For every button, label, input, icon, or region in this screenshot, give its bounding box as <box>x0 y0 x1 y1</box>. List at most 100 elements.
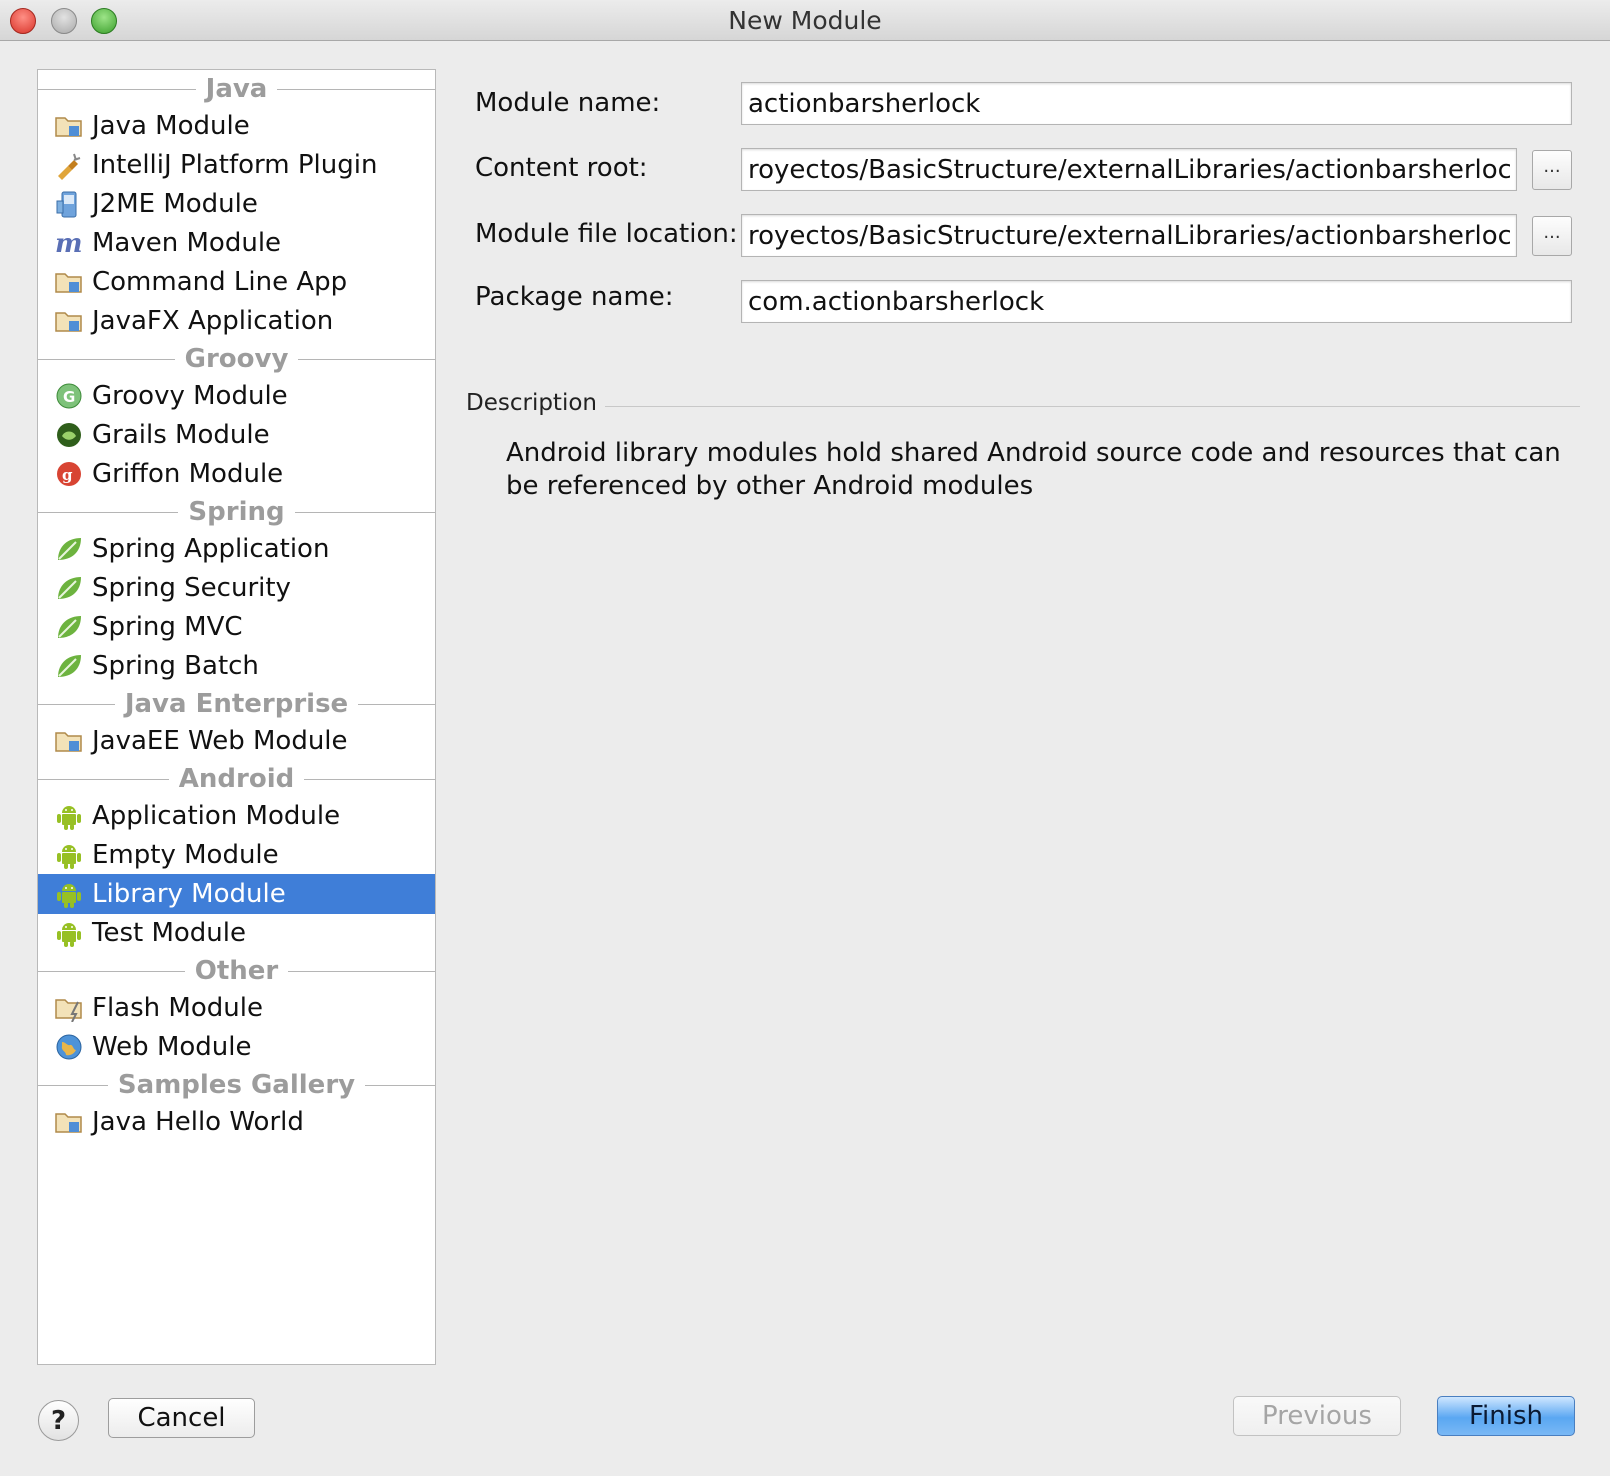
group-title: Samples Gallery <box>117 1070 356 1100</box>
group-header: Groovy <box>38 340 435 378</box>
module-type-label: Maven Module <box>92 228 282 258</box>
module-name-label: Module name: <box>475 88 661 118</box>
module-type-label: JavaEE Web Module <box>92 726 348 756</box>
j2me-phone-icon <box>54 189 84 219</box>
module-type-label: Grails Module <box>92 420 270 450</box>
folder-module-icon <box>54 111 84 141</box>
group-divider <box>288 970 435 972</box>
module-file-location-browse-button[interactable]: ... <box>1532 216 1572 256</box>
description-title: Description <box>466 390 597 416</box>
group-divider <box>277 88 435 90</box>
group-divider <box>38 970 185 972</box>
module-type-item[interactable]: Test Module <box>38 913 435 953</box>
folder-module-icon <box>54 267 84 297</box>
group-divider <box>294 511 435 513</box>
module-type-item[interactable]: JavaFX Application <box>38 301 435 341</box>
group-divider <box>38 88 196 90</box>
module-type-label: J2ME Module <box>92 189 258 219</box>
window-title: New Module <box>728 6 882 35</box>
folder-module-icon <box>54 306 84 336</box>
group-divider <box>304 778 435 780</box>
group-title: Other <box>194 956 279 986</box>
grails-icon <box>54 420 84 450</box>
module-type-label: Flash Module <box>92 993 263 1023</box>
module-name-input[interactable] <box>741 82 1572 125</box>
module-type-item[interactable]: Java Hello World <box>38 1102 435 1142</box>
android-icon <box>54 840 84 870</box>
module-type-label: JavaFX Application <box>92 306 334 336</box>
griffon-icon: g <box>54 459 84 489</box>
module-type-item[interactable]: J2ME Module <box>38 184 435 224</box>
module-type-item[interactable]: m Maven Module <box>38 223 435 263</box>
module-type-label: Spring Application <box>92 534 330 564</box>
module-type-label: Web Module <box>92 1032 252 1062</box>
package-name-input[interactable] <box>741 280 1572 323</box>
module-type-label: Spring MVC <box>92 612 243 642</box>
group-divider <box>38 778 169 780</box>
module-type-item[interactable]: Library Module <box>38 874 435 914</box>
module-type-item[interactable]: Spring Application <box>38 529 435 569</box>
group-divider <box>298 358 435 360</box>
module-type-label: Application Module <box>92 801 341 831</box>
module-file-location-label: Module file location: <box>475 219 738 249</box>
group-title: Groovy <box>184 344 289 374</box>
module-type-label: Groovy Module <box>92 381 288 411</box>
module-type-label: Java Hello World <box>92 1107 304 1137</box>
maven-icon: m <box>54 228 84 258</box>
description-text: Android library modules hold shared Andr… <box>506 438 1561 501</box>
globe-icon <box>54 1032 84 1062</box>
spring-leaf-icon <box>54 573 84 603</box>
android-icon <box>54 801 84 831</box>
module-type-item[interactable]: Spring Security <box>38 568 435 608</box>
module-file-location-input[interactable] <box>741 214 1517 257</box>
module-type-item[interactable]: Java Module <box>38 106 435 146</box>
previous-button[interactable]: Previous <box>1233 1396 1401 1436</box>
module-type-item[interactable]: Command Line App <box>38 262 435 302</box>
group-header: Samples Gallery <box>38 1066 435 1104</box>
module-type-label: Java Module <box>92 111 250 141</box>
title-bar: New Module <box>0 0 1610 41</box>
content-root-browse-button[interactable]: ... <box>1532 150 1572 190</box>
group-title: Java Enterprise <box>124 689 349 719</box>
group-title: Java <box>205 74 268 104</box>
module-type-item[interactable]: Spring MVC <box>38 607 435 647</box>
group-divider <box>358 703 435 705</box>
module-type-label: Library Module <box>92 879 286 909</box>
content-root-label: Content root: <box>475 153 648 183</box>
group-title: Android <box>178 764 295 794</box>
module-type-item[interactable]: g Griffon Module <box>38 454 435 494</box>
folder-module-icon <box>54 726 84 756</box>
group-title: Spring <box>188 497 285 527</box>
module-type-item[interactable]: JavaEE Web Module <box>38 721 435 761</box>
module-type-label: Empty Module <box>92 840 279 870</box>
android-icon <box>54 879 84 909</box>
group-divider <box>365 1084 435 1086</box>
module-type-item[interactable]: Empty Module <box>38 835 435 875</box>
package-name-label: Package name: <box>475 282 674 312</box>
folder-module-icon <box>54 1107 84 1137</box>
module-type-item[interactable]: Grails Module <box>38 415 435 455</box>
module-type-label: Spring Batch <box>92 651 259 681</box>
module-type-item[interactable]: Application Module <box>38 796 435 836</box>
help-button[interactable]: ? <box>38 1400 79 1441</box>
module-type-item[interactable]: G Groovy Module <box>38 376 435 416</box>
android-icon <box>54 918 84 948</box>
finish-button[interactable]: Finish <box>1437 1396 1575 1436</box>
module-type-item[interactable]: IntelliJ Platform Plugin <box>38 145 435 185</box>
group-header: Android <box>38 760 435 798</box>
plugin-icon <box>54 150 84 180</box>
svg-text:G: G <box>63 388 75 406</box>
module-type-list[interactable]: Java Java Module IntelliJ Platform Plugin J… <box>37 69 436 1365</box>
group-header: Spring <box>38 493 435 531</box>
module-type-label: IntelliJ Platform Plugin <box>92 150 378 180</box>
module-type-item[interactable]: Web Module <box>38 1027 435 1067</box>
module-type-item[interactable]: Flash Module <box>38 988 435 1028</box>
content-root-input[interactable] <box>741 148 1517 191</box>
group-header: Java Enterprise <box>38 685 435 723</box>
group-divider <box>38 358 175 360</box>
module-type-item[interactable]: Spring Batch <box>38 646 435 686</box>
cancel-button[interactable]: Cancel <box>108 1398 255 1438</box>
svg-text:g: g <box>62 466 73 484</box>
group-divider <box>38 1084 108 1086</box>
module-type-label: Griffon Module <box>92 459 284 489</box>
